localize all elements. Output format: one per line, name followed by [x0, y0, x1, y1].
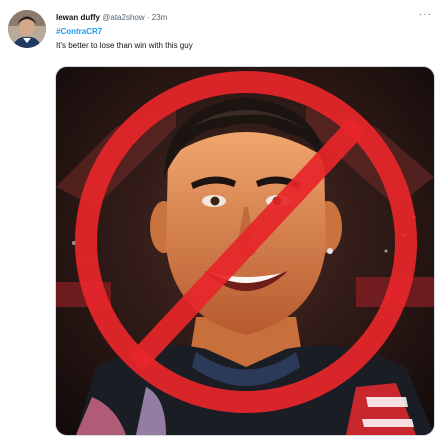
tweet-text: It's better to lose than win with this g… [56, 41, 193, 50]
tweet-timestamp[interactable]: 23m [152, 13, 168, 22]
media-photo [56, 67, 434, 435]
author-display-name[interactable]: lewan duffy [56, 13, 100, 22]
tweet[interactable]: lewan duffy @ata2show · 23m ··· #ContraC… [0, 0, 442, 438]
tweet-media[interactable] [55, 66, 435, 436]
meta-separator: · [146, 13, 150, 22]
tweet-header: lewan duffy @ata2show · 23m [56, 13, 167, 23]
hashtag-link[interactable]: #ContraCR7 [56, 27, 102, 37]
more-horizontal-icon[interactable]: ··· [419, 9, 432, 20]
avatar-image [8, 10, 46, 48]
author-avatar[interactable] [8, 10, 46, 48]
author-handle[interactable]: @ata2show [102, 13, 144, 22]
